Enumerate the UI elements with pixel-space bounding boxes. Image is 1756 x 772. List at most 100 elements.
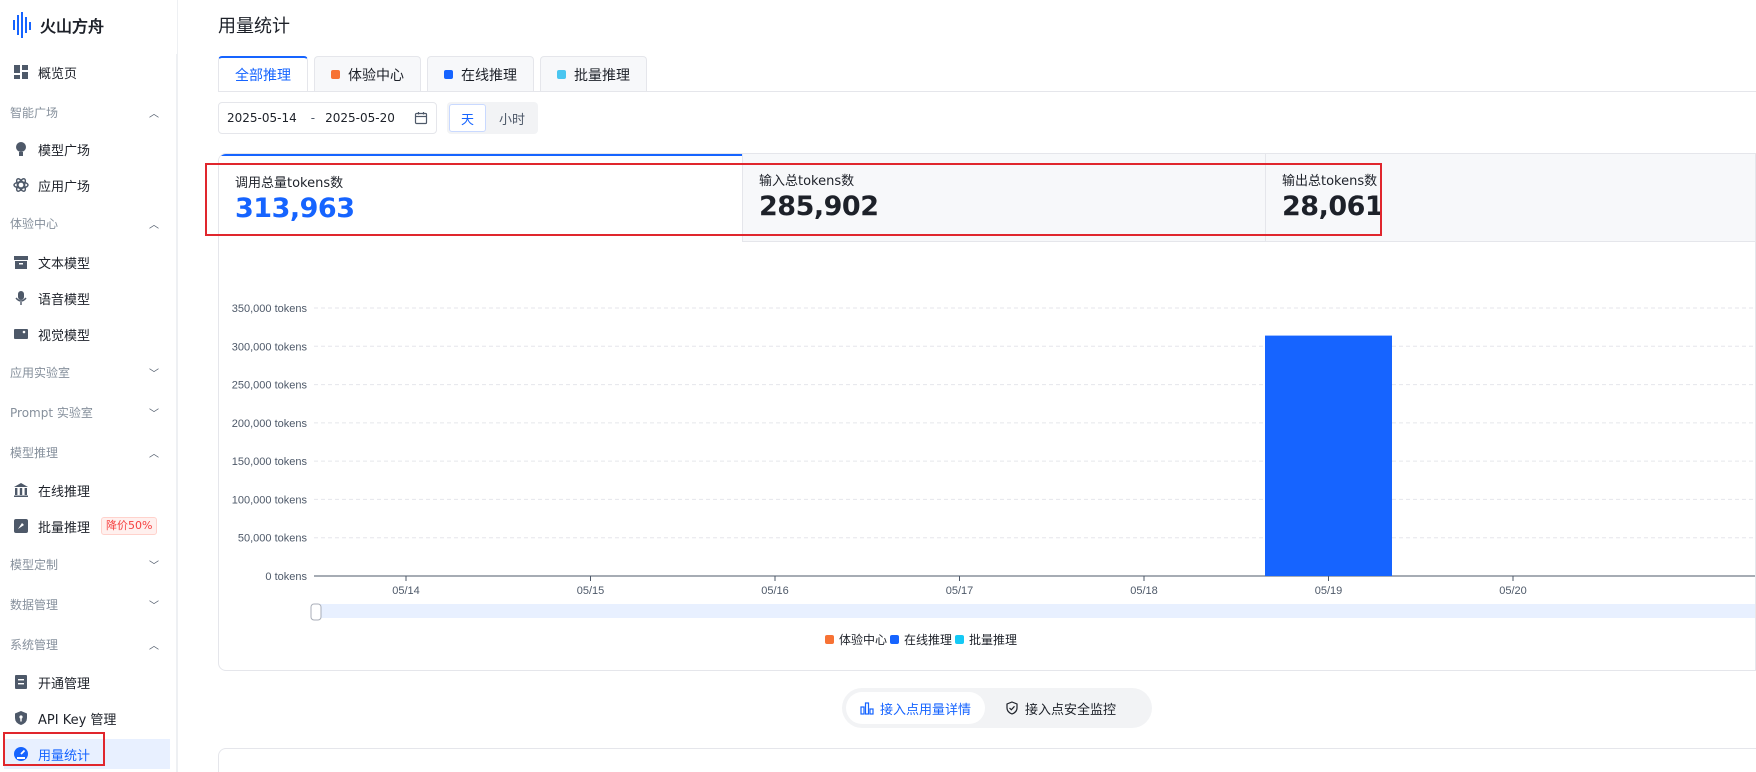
archive-icon (12, 254, 29, 271)
date-range-picker[interactable]: 2025-05-14 - 2025-05-20 (218, 102, 437, 134)
app-root: 火山方舟 概览页 智能广场 ︿ 模型广场 应用广场 体验中心 ︿ 文本模型 语音… (0, 0, 1756, 772)
tab-endpoint-usage-detail[interactable]: 接入点用量详情 (846, 692, 986, 724)
sidebar-item-label: 模型广场 (38, 143, 91, 159)
document-icon (12, 674, 29, 691)
app-logo[interactable]: 火山方舟 (12, 10, 104, 40)
group-title: 智能广场 (10, 105, 59, 120)
group-head-experience[interactable]: 体验中心 ︿ (10, 211, 160, 235)
stat-output-tokens[interactable]: 输出总tokens数 28,061 (1265, 154, 1755, 242)
group-head-data-management[interactable]: 数据管理 ﹀ (10, 592, 160, 616)
color-dot-icon (444, 70, 453, 79)
tab-label: 接入点用量详情 (880, 702, 972, 718)
sidebar-item-label: 开通管理 (38, 676, 91, 692)
date-end[interactable]: 2025-05-20 (325, 111, 395, 125)
tab-endpoint-security-monitor[interactable]: 接入点安全监控 (991, 692, 1130, 724)
sidebar-item-api-key[interactable]: API Key 管理 (10, 703, 170, 733)
sidebar-item-activation[interactable]: 开通管理 (10, 667, 170, 697)
tabs-divider (218, 91, 1756, 92)
sidebar-item-label: API Key 管理 (38, 712, 117, 728)
stat-label: 输出总tokens数 (1282, 174, 1378, 189)
sidebar-item-usage-stats[interactable]: 用量统计 (4, 739, 170, 769)
group-title: 模型推理 (10, 445, 59, 460)
legend-swatch (955, 635, 964, 644)
tab-label: 在线推理 (461, 67, 517, 84)
video-icon (12, 326, 29, 343)
y-tick-label: 100,000 tokens (232, 494, 308, 506)
group-title: 应用实验室 (10, 365, 71, 380)
group-title: 模型定制 (10, 557, 59, 572)
y-tick-label: 250,000 tokens (232, 380, 308, 392)
sidebar-item-batch-inference[interactable]: 批量推理 降价50% (10, 511, 170, 541)
x-tick-label: 05/17 (946, 585, 974, 597)
group-head-plaza[interactable]: 智能广场 ︿ (10, 100, 160, 124)
legend-label: 在线推理 (904, 633, 952, 647)
tab-label: 批量推理 (574, 67, 630, 84)
x-tick-label: 05/19 (1315, 585, 1343, 597)
group-head-prompt-lab[interactable]: Prompt 实验室 ﹀ (10, 400, 160, 424)
calendar-icon[interactable] (414, 111, 428, 125)
tab-experience-center[interactable]: 体验中心 (314, 56, 421, 92)
y-tick-label: 200,000 tokens (232, 418, 308, 430)
sidebar-item-online-inference[interactable]: 在线推理 (10, 475, 170, 505)
chevron-up-icon: ︿ (149, 448, 159, 460)
tab-batch-inference[interactable]: 批量推理 (540, 56, 647, 92)
group-head-app-lab[interactable]: 应用实验室 ﹀ (10, 360, 160, 384)
granularity-hour-button[interactable]: 小时 (488, 104, 536, 132)
stat-label: 输入总tokens数 (759, 174, 855, 189)
zoom-slider-handle[interactable] (310, 603, 322, 621)
x-tick-label: 05/16 (761, 585, 789, 597)
chart-bar (1265, 335, 1392, 576)
x-tick-label: 05/18 (1130, 585, 1158, 597)
y-tick-label: 350,000 tokens (232, 303, 308, 315)
dashboard-icon (12, 64, 29, 81)
group-title: 数据管理 (10, 597, 59, 612)
shield-icon (12, 710, 29, 727)
x-tick-label: 05/14 (392, 585, 420, 597)
legend-swatch (825, 635, 834, 644)
date-start[interactable]: 2025-05-14 (227, 111, 297, 125)
atom-icon (12, 177, 29, 194)
volcano-logo-icon (13, 12, 31, 38)
color-dot-icon (557, 70, 566, 79)
sidebar-item-model-plaza[interactable]: 模型广场 (10, 134, 170, 164)
microphone-icon (12, 290, 29, 307)
zoom-slider-track (314, 604, 1755, 618)
tab-online-inference[interactable]: 在线推理 (427, 56, 534, 92)
rocket-icon (12, 518, 29, 535)
page-title: 用量统计 (218, 16, 290, 37)
stat-input-tokens[interactable]: 输入总tokens数 285,902 (742, 154, 1265, 242)
group-title: 体验中心 (10, 216, 59, 231)
inference-tabs: 全部推理 体验中心 在线推理 批量推理 (218, 56, 647, 92)
detail-switch: 接入点用量详情 接入点安全监控 (842, 688, 1152, 728)
tab-all-inference[interactable]: 全部推理 (218, 56, 308, 92)
sidebar-item-overview[interactable]: 概览页 (10, 57, 170, 87)
y-tick-label: 0 tokens (265, 571, 307, 583)
app-name: 火山方舟 (40, 17, 105, 36)
stat-total-tokens[interactable]: 调用总量tokens数 313,963 (219, 154, 742, 242)
chevron-up-icon: ︿ (149, 108, 159, 120)
group-head-customization[interactable]: 模型定制 ﹀ (10, 552, 160, 576)
sidebar-item-label: 在线推理 (38, 484, 91, 500)
chevron-down-icon: ﹀ (149, 560, 159, 572)
granularity-day-button[interactable]: 天 (449, 104, 487, 132)
tab-label: 体验中心 (348, 67, 404, 84)
sidebar-item-text-model[interactable]: 文本模型 (10, 247, 170, 277)
color-dot-icon (331, 70, 340, 79)
chevron-up-icon: ︿ (149, 219, 159, 231)
bank-icon (12, 482, 29, 499)
sidebar-item-vision-model[interactable]: 视觉模型 (10, 319, 170, 349)
sidebar-item-label: 用量统计 (38, 748, 91, 764)
sidebar-item-app-plaza[interactable]: 应用广场 (10, 170, 170, 200)
stat-label: 调用总量tokens数 (235, 176, 344, 191)
sidebar: 火山方舟 概览页 智能广场 ︿ 模型广场 应用广场 体验中心 ︿ 文本模型 语音… (0, 0, 178, 772)
shield-check-icon (1006, 701, 1018, 715)
sidebar-item-voice-model[interactable]: 语音模型 (10, 283, 170, 313)
group-head-system[interactable]: 系统管理 ︿ (10, 632, 160, 656)
chevron-up-icon: ︿ (149, 640, 159, 652)
discount-badge: 降价50% (101, 517, 158, 535)
legend-swatch (890, 635, 899, 644)
group-head-inference[interactable]: 模型推理 ︿ (10, 440, 160, 464)
stats-row: 调用总量tokens数 313,963 输入总tokens数 285,902 输… (219, 154, 1755, 242)
x-tick-label: 05/15 (577, 585, 605, 597)
stat-value: 313,963 (235, 193, 355, 224)
